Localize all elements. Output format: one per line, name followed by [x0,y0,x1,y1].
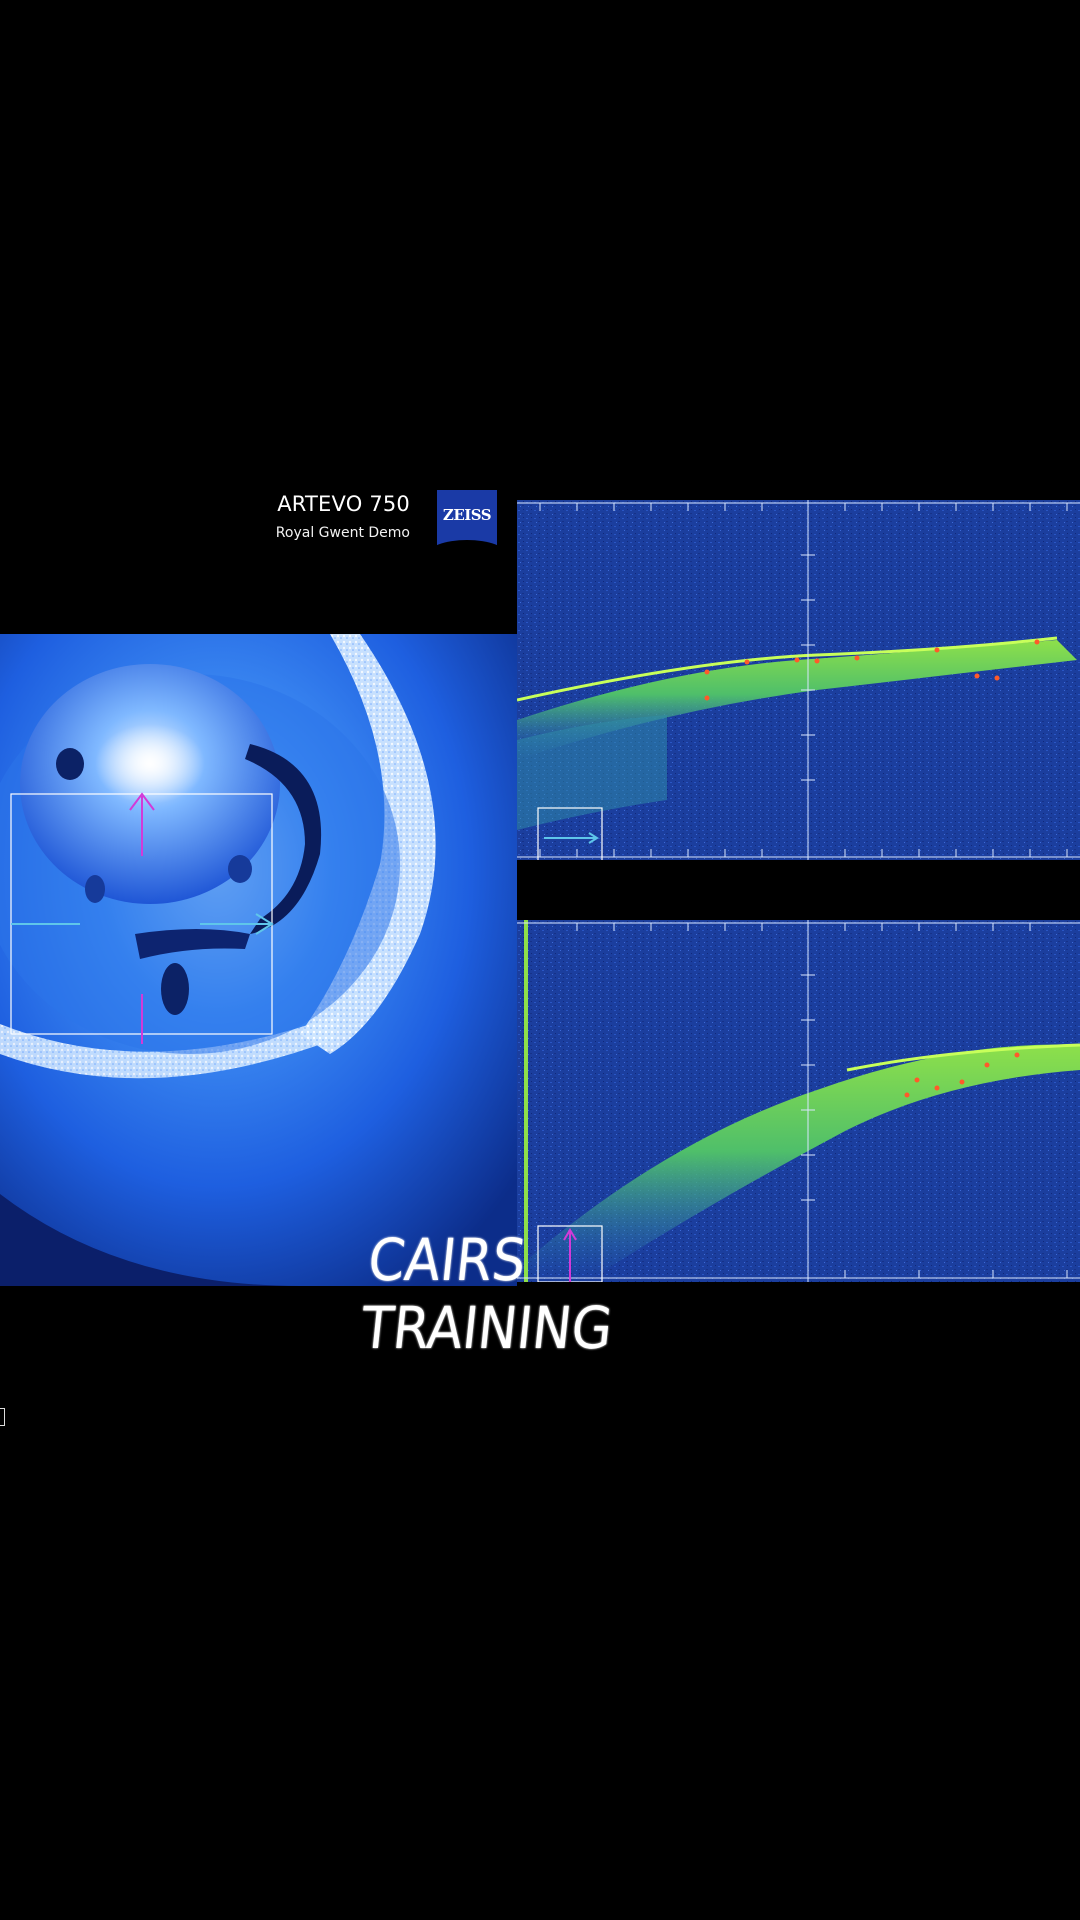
eye-image [0,634,517,1286]
zeiss-logo: ZEISS [437,490,497,548]
edge-marker [0,1408,5,1426]
logo-text: ZEISS [442,506,492,524]
oct-scan-horizontal [517,500,1080,860]
app-subtitle: Royal Gwent Demo [275,525,410,541]
app-title: ARTEVO 750 [277,492,410,516]
cairs-training-watermark: CAIRS TRAINING [357,1226,616,1362]
oct-image-top [517,500,1080,860]
surgical-camera-view [0,634,517,1286]
